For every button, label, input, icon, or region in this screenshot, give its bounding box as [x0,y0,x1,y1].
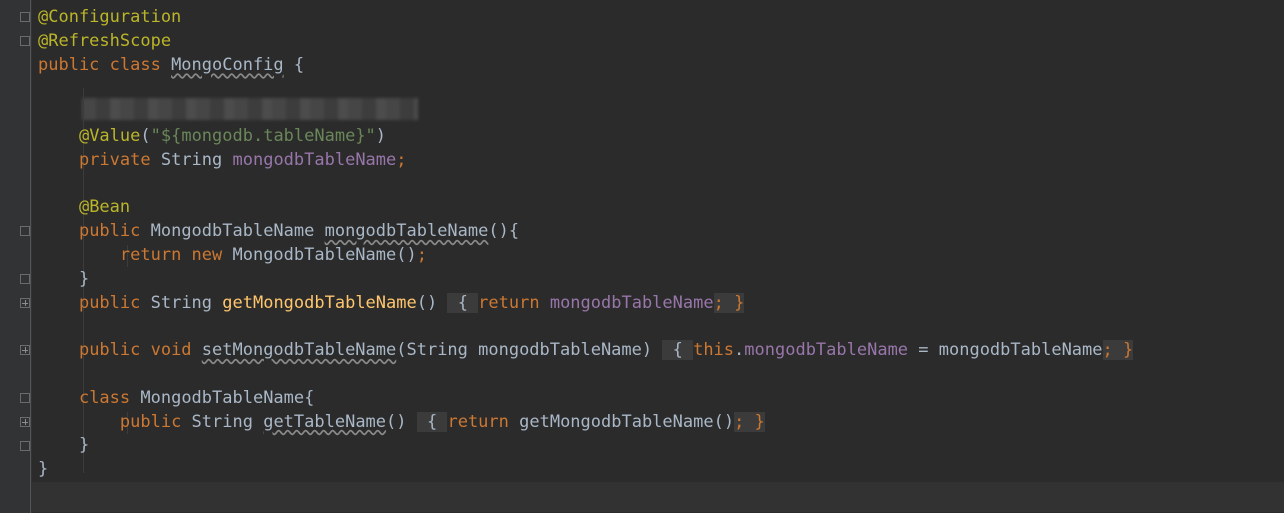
code-line[interactable]: } [38,268,1284,292]
code-token: ) [375,125,387,146]
code-line[interactable]: public class MongoConfig { [38,54,1284,78]
code-token: public [78,221,151,242]
code-token: (String mongodbTableName) [396,340,663,361]
code-token: mongodbTableName [549,292,714,313]
code-line[interactable]: public void setMongodbTableName(String m… [38,339,1284,363]
code-line[interactable]: public MongodbTableName mongodbTableName… [38,220,1284,244]
code-token: MongoConfig [171,54,284,75]
code-line[interactable]: @Value("${mongodb.tableName}") [38,125,1284,149]
code-token: () [386,411,417,432]
code-token: class [78,387,141,408]
code-token: String [150,292,223,313]
code-token: ( [140,125,151,146]
code-line[interactable]: } [38,458,1284,482]
code-line[interactable] [38,101,1284,125]
code-token: (){ [488,221,520,242]
code-token: ; } [713,292,745,313]
code-token: String [191,411,264,432]
code-token: return [447,411,520,432]
code-token: return [478,292,550,313]
code-line[interactable]: @Bean [38,196,1284,220]
code-token: mongodbTableName [324,221,489,242]
code-line[interactable]: @RefreshScope [38,30,1284,54]
code-token: String [160,149,233,170]
code-token: @Bean [78,197,131,218]
fold-toggle-icon[interactable] [20,36,30,46]
code-token: { [416,411,448,432]
code-line[interactable] [38,173,1284,197]
code-line[interactable] [38,363,1284,387]
expand-icon[interactable] [20,345,30,355]
code-token: MongodbTableName [150,221,325,242]
code-token: mongodbTableName [232,149,397,170]
code-token: . [734,340,745,361]
code-line[interactable]: @Configuration [38,6,1284,30]
code-token: ; } [1102,340,1134,361]
code-token: return new [119,244,233,265]
code-token: public [119,411,192,432]
code-token: public [78,292,151,313]
code-token: @Configuration [38,7,182,27]
code-token: } [38,459,49,480]
code-token: setMongodbTableName [201,340,397,361]
code-line[interactable]: class MongodbTableName{ [38,387,1284,411]
code-token: ; [416,244,427,265]
code-line[interactable]: private String mongodbTableName; [38,149,1284,173]
code-token: this [693,340,735,361]
code-line[interactable]: return new MongodbTableName(); [38,244,1284,268]
code-token: () [416,292,448,313]
fold-toggle-icon[interactable] [20,226,30,236]
code-line[interactable]: public String getTableName() { return ge… [38,411,1284,435]
expand-icon[interactable] [20,298,30,308]
code-editor[interactable]: @Configuration @RefreshScope public class … [38,6,1284,482]
code-token: { [662,340,694,361]
fold-toggle-icon[interactable] [20,441,30,451]
expand-icon[interactable] [20,417,30,427]
code-token: @RefreshScope [38,30,172,51]
code-token: ; [396,149,407,170]
code-token: } [38,268,90,289]
fold-toggle-icon[interactable] [20,393,30,403]
code-line[interactable] [38,77,1284,101]
code-line[interactable] [38,315,1284,339]
code-token: public void [78,340,202,361]
gutter-divider [30,0,31,513]
current-line-highlight [32,482,1284,512]
code-token: private [78,149,161,170]
code-token: getTableName [263,411,387,432]
code-token: "${mongodb.tableName}" [150,125,376,146]
fold-toggle-icon[interactable] [20,274,30,284]
code-token: } [38,435,90,456]
code-token: getMongodbTableName() [519,411,735,432]
code-token: getMongodbTableName [222,292,417,313]
code-token: mongodbTableName [744,340,909,361]
code-token: MongodbTableName() [232,244,417,265]
fold-toggle-icon[interactable] [20,12,30,22]
code-token: MongodbTableName{ [140,387,315,408]
code-token: ; } [734,411,765,432]
code-token: = mongodbTableName [908,340,1103,361]
code-token: { [447,292,479,313]
code-line[interactable]: public String getMongodbTableName() { re… [38,292,1284,316]
editor-gutter[interactable] [0,0,32,513]
code-line[interactable]: } [38,434,1284,458]
code-token: public class [38,54,172,75]
code-token: { [283,54,305,75]
code-token: @Value [78,125,141,146]
